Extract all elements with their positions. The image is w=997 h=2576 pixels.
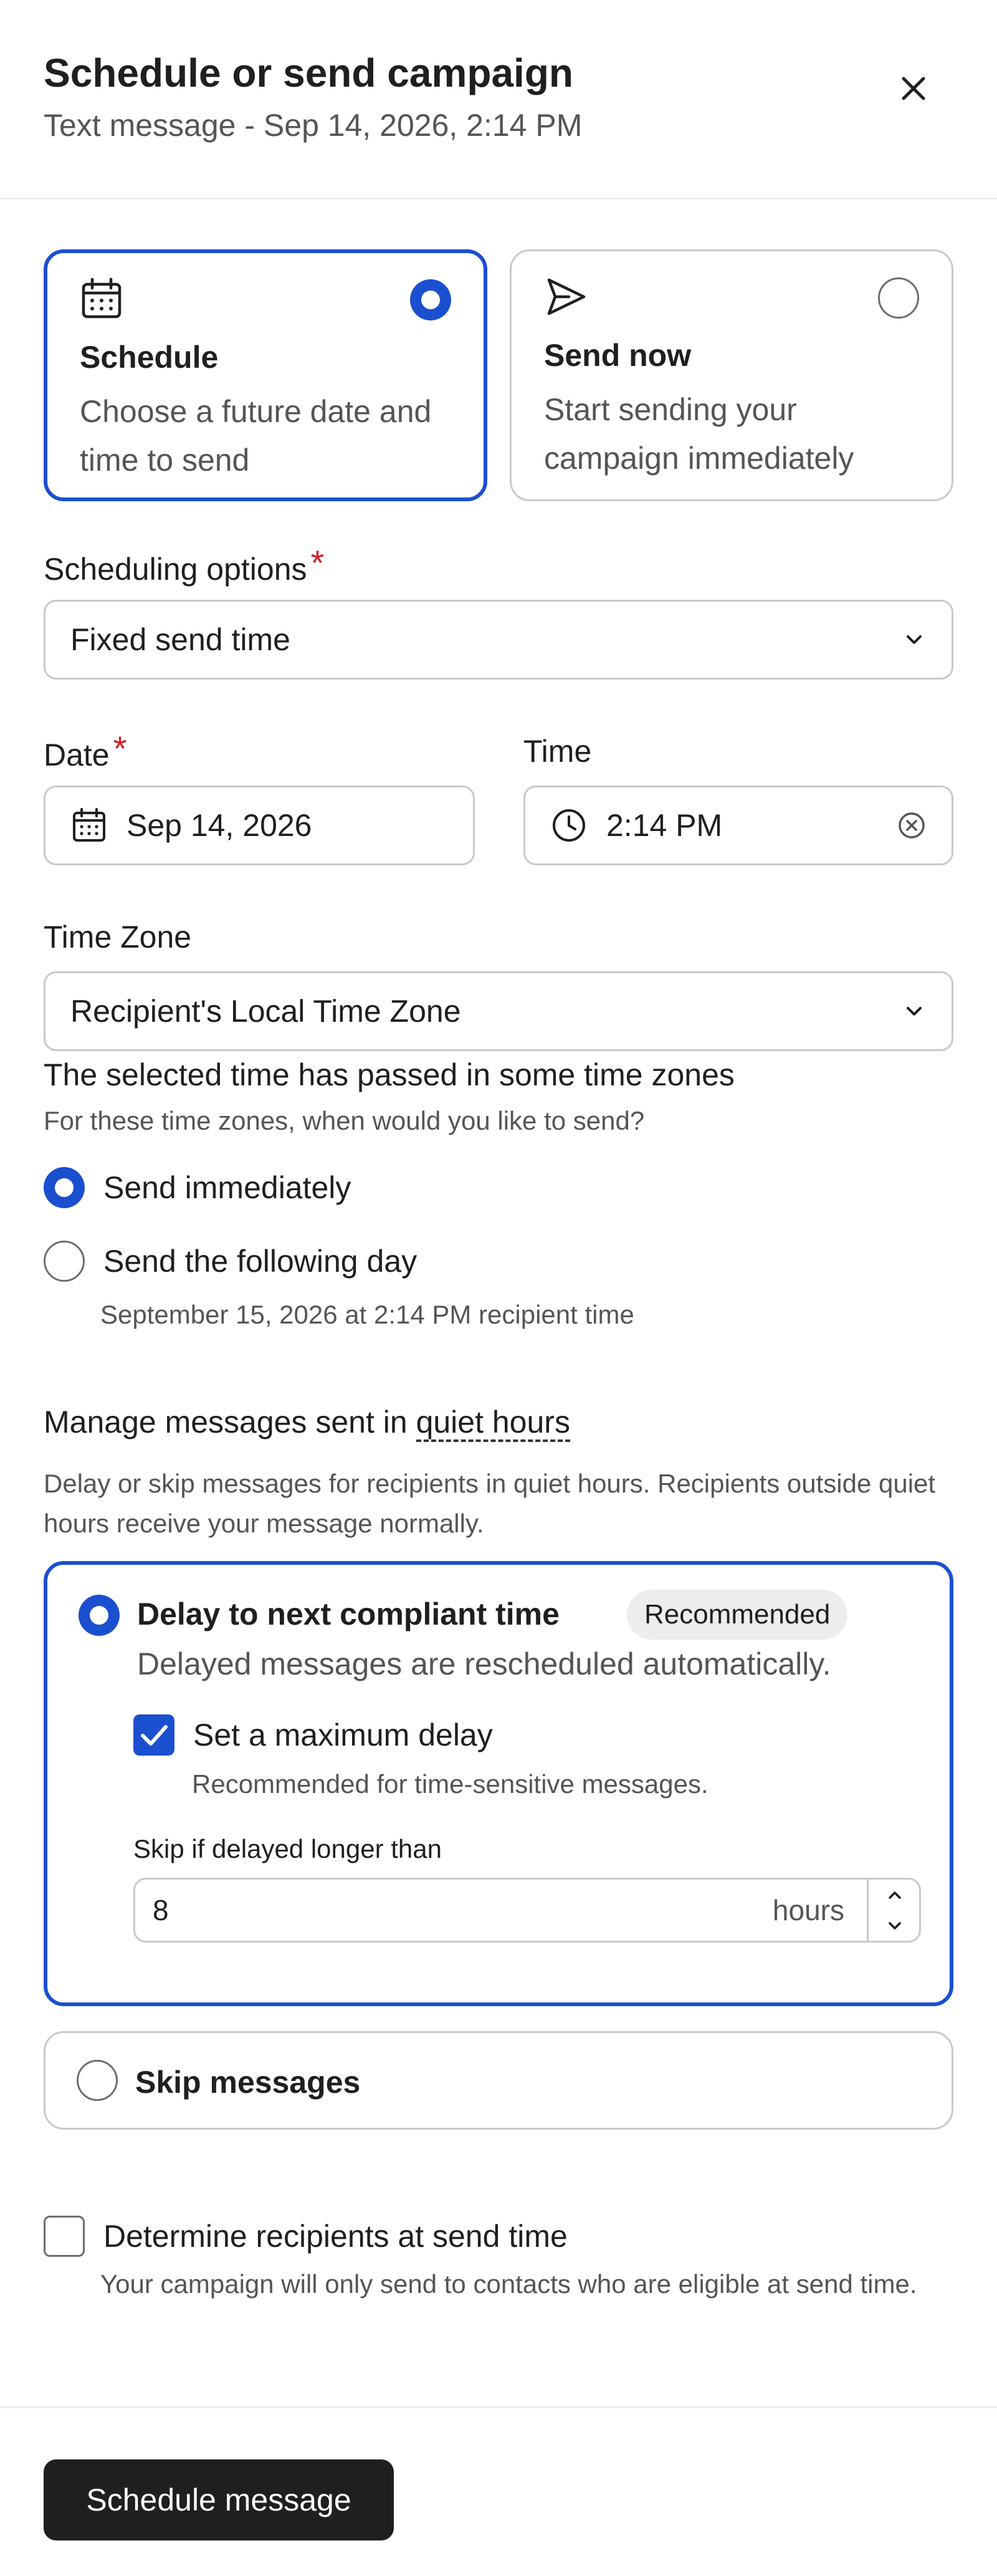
delay-option-title: Delay to next compliant time — [137, 1597, 560, 1632]
scheduling-options-label: Scheduling options * — [44, 543, 325, 587]
schedule-card-description: Choose a future date and time to send — [80, 394, 432, 478]
skip-delay-value: 8 — [153, 1894, 169, 1926]
increment-button[interactable] — [869, 1880, 921, 1910]
send-immediately-label: Send immediately — [103, 1170, 351, 1205]
dialog-footer: Schedule message — [0, 2406, 997, 2576]
clear-icon[interactable] — [897, 810, 927, 840]
skip-delay-unit: hours — [772, 1894, 844, 1926]
time-label: Time — [523, 734, 592, 769]
dialog-title: Schedule or send campaign — [44, 50, 573, 95]
clock-icon — [553, 809, 585, 842]
schedule-card-title: Schedule — [80, 340, 219, 375]
send-immediately-option[interactable]: Send immediately — [44, 1167, 351, 1208]
date-value: Sep 14, 2026 — [126, 808, 312, 843]
required-mark: * — [310, 543, 325, 582]
send-now-radio[interactable] — [878, 277, 919, 319]
max-delay-row[interactable]: Set a maximum delay — [133, 1714, 493, 1756]
decrement-button[interactable] — [869, 1910, 921, 1941]
time-zone-label: Time Zone — [44, 920, 192, 954]
dialog-header: Schedule or send campaign Text message -… — [0, 0, 997, 199]
passed-time-question: For these time zones, when would you lik… — [44, 1106, 645, 1135]
determine-recipients-checkbox[interactable] — [44, 2216, 85, 2257]
time-picker[interactable]: 2:14 PM — [523, 786, 953, 865]
determine-recipients-sub: Your campaign will only send to contacts… — [100, 2269, 917, 2299]
skip-messages-title: Skip messages — [135, 2065, 361, 2100]
schedule-message-button[interactable]: Schedule message — [44, 2459, 394, 2540]
send-now-card-title: Send now — [544, 338, 692, 373]
time-zone-select[interactable]: Recipient's Local Time Zone — [44, 971, 953, 1051]
skip-delay-label: Skip if delayed longer than — [133, 1834, 442, 1863]
recommended-badge: Recommended — [627, 1590, 848, 1640]
max-delay-sub: Recommended for time-sensitive messages. — [192, 1769, 708, 1799]
quiet-hours-heading: Manage messages sent in quiet hours — [44, 1404, 570, 1442]
scheduling-options-value: Fixed send time — [70, 622, 290, 657]
send-icon — [547, 278, 586, 315]
send-now-card[interactable]: Send now Start sending your campaign imm… — [510, 249, 953, 501]
dialog-subtitle: Text message - Sep 14, 2026, 2:14 PM — [44, 108, 583, 143]
quiet-hours-description: Delay or skip messages for recipients in… — [44, 1469, 936, 1538]
close-button[interactable] — [890, 65, 937, 112]
calendar-icon — [82, 277, 122, 319]
calendar-icon — [73, 808, 105, 842]
hours-stepper[interactable] — [867, 1880, 919, 1941]
skip-messages-radio[interactable] — [77, 2060, 118, 2101]
time-zone-value: Recipient's Local Time Zone — [70, 994, 461, 1029]
send-following-day-radio[interactable] — [44, 1241, 85, 1282]
send-immediately-radio[interactable] — [44, 1167, 85, 1208]
max-delay-label: Set a maximum delay — [193, 1718, 493, 1752]
time-value: 2:14 PM — [606, 808, 723, 843]
quiet-hours-link[interactable]: quiet hours — [416, 1405, 570, 1442]
schedule-radio[interactable] — [410, 279, 451, 320]
chevron-down-icon — [889, 1921, 901, 1930]
scheduling-options-select[interactable]: Fixed send time — [44, 600, 953, 680]
delay-option-description: Delayed messages are rescheduled automat… — [137, 1646, 831, 1681]
determine-recipients-label: Determine recipients at send time — [103, 2219, 568, 2254]
required-mark: * — [113, 729, 127, 768]
delay-option-card[interactable]: Delay to next compliant time Recommended… — [44, 1561, 953, 2006]
delay-radio[interactable] — [79, 1595, 120, 1636]
send-now-card-description: Start sending your campaign immediately — [544, 392, 854, 476]
send-following-day-detail: September 15, 2026 at 2:14 PM recipient … — [100, 1300, 634, 1329]
chevron-up-icon — [889, 1891, 901, 1899]
determine-recipients-row[interactable]: Determine recipients at send time — [44, 2216, 568, 2257]
skip-messages-card[interactable]: Skip messages — [44, 2031, 953, 2130]
date-label: Date * — [44, 729, 127, 772]
date-picker[interactable]: Sep 14, 2026 — [44, 786, 475, 865]
chevron-down-icon — [907, 1007, 922, 1016]
schedule-card[interactable]: Schedule Choose a future date and time t… — [44, 249, 487, 501]
passed-time-title: The selected time has passed in some tim… — [44, 1057, 735, 1092]
max-delay-checkbox[interactable] — [133, 1714, 174, 1756]
skip-delay-input[interactable]: 8 hours — [133, 1878, 921, 1943]
send-following-day-label: Send the following day — [103, 1244, 417, 1279]
close-icon — [902, 77, 925, 100]
chevron-down-icon — [907, 635, 922, 644]
checkmark-icon — [141, 1725, 168, 1746]
send-following-day-option[interactable]: Send the following day — [44, 1241, 417, 1282]
